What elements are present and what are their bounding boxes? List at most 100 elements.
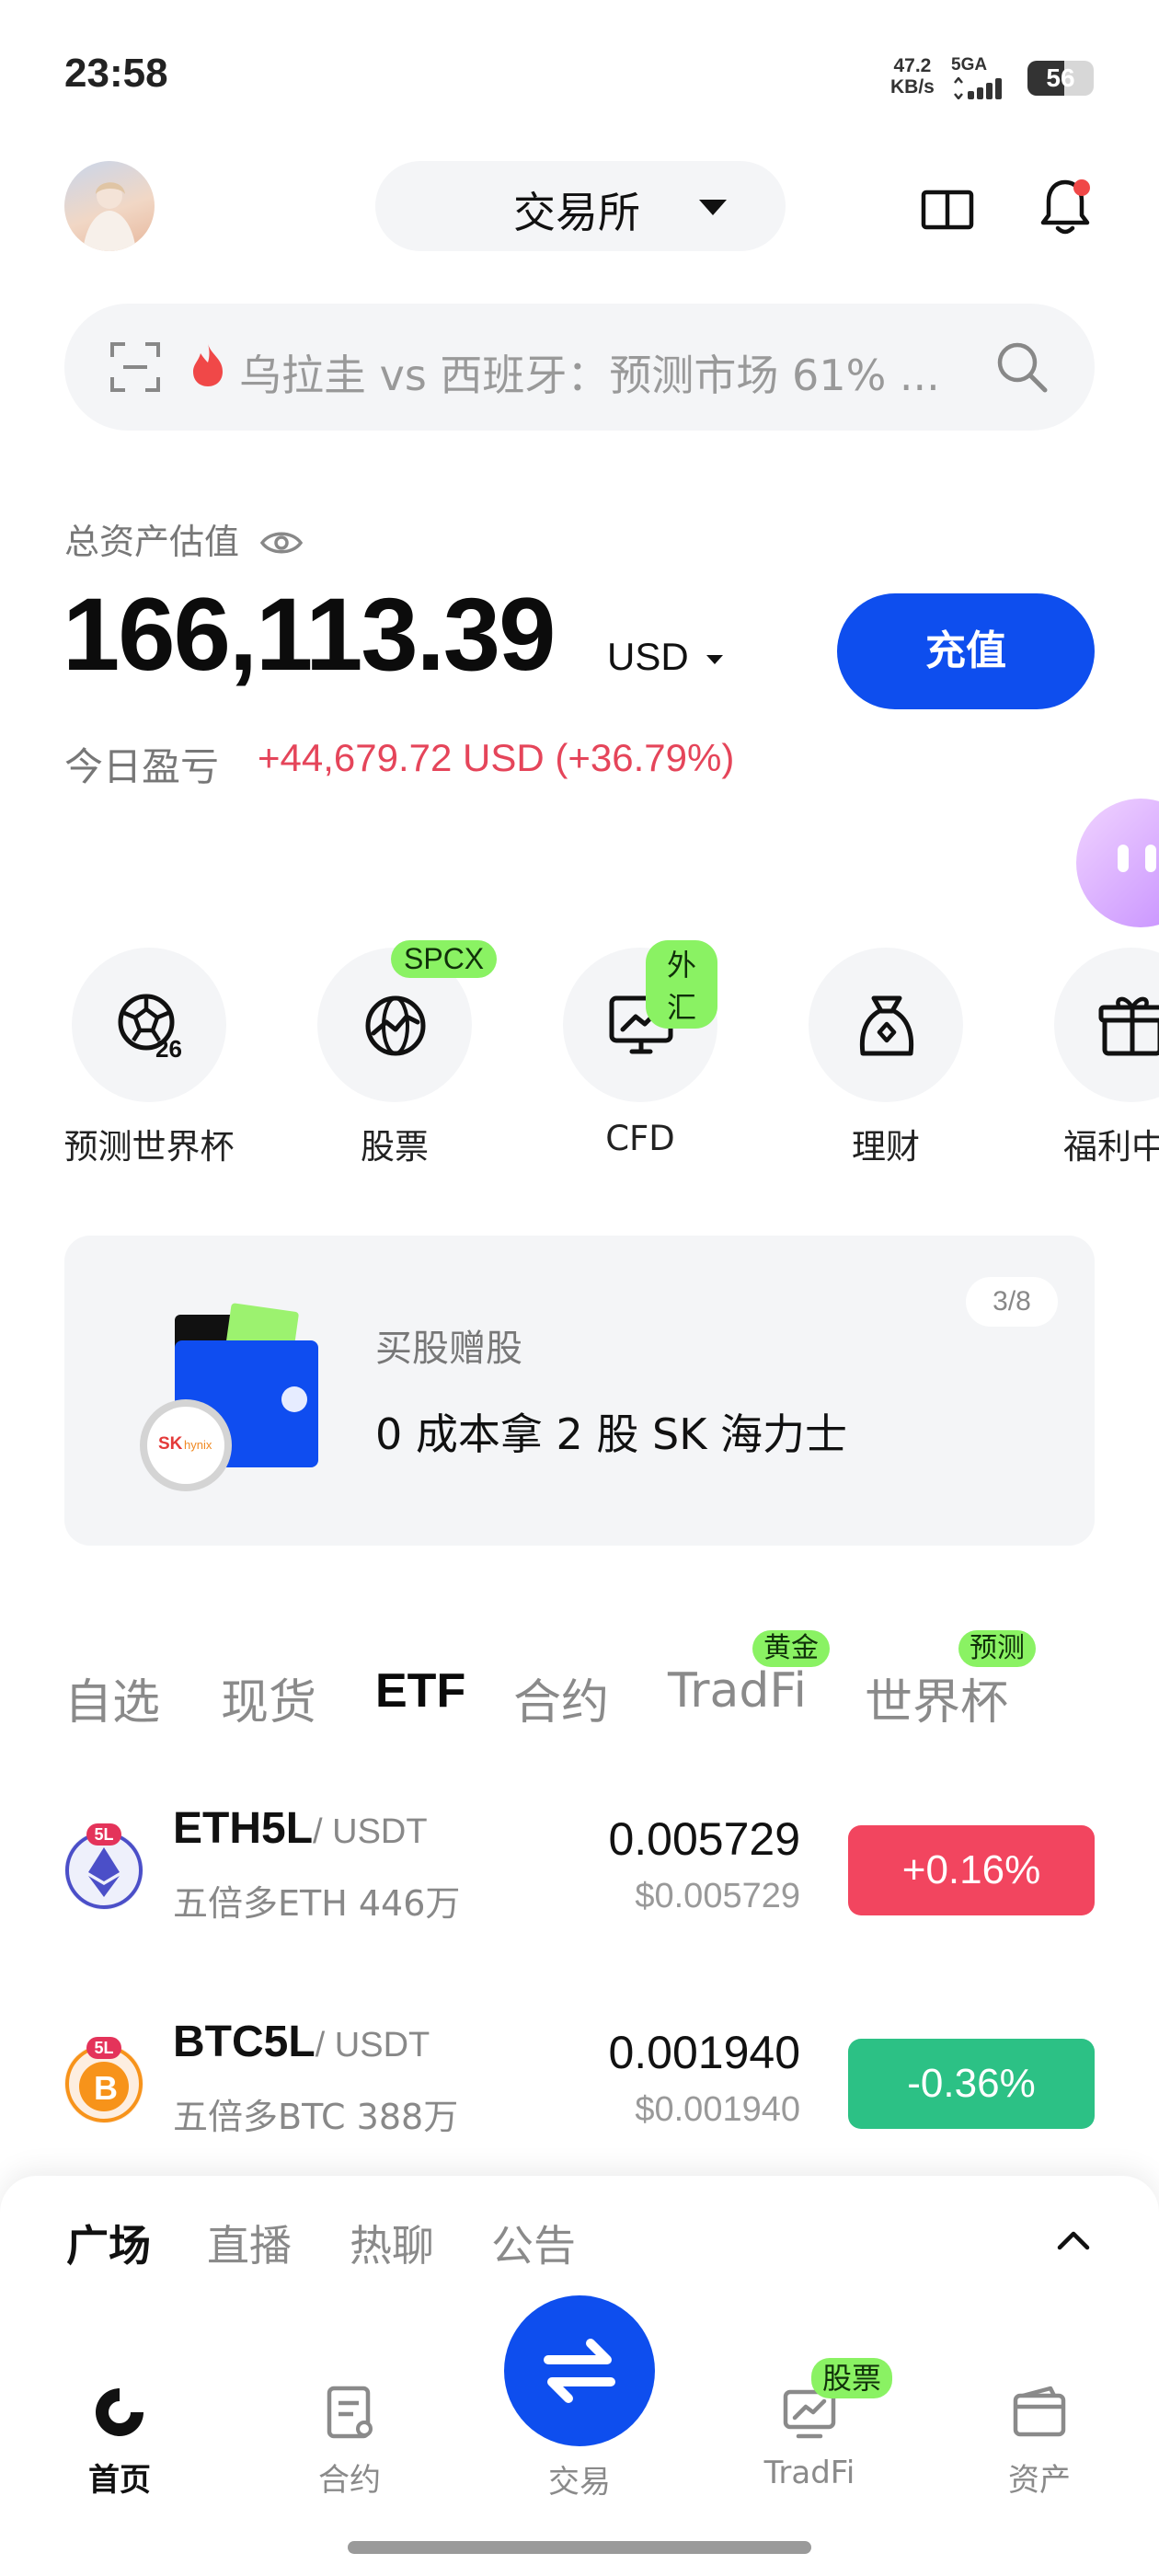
bell-icon (1040, 179, 1090, 235)
nav-home[interactable]: 首页 (46, 2383, 193, 2500)
battery-level: 56 (1046, 63, 1075, 92)
tab-tradfi[interactable]: TradFi (668, 1663, 807, 1719)
eye-icon[interactable] (259, 528, 304, 558)
search-bar[interactable]: 乌拉圭 vs 西班牙：预测市场 61% ... (64, 304, 1095, 431)
nav-assets[interactable]: 资产 (966, 2383, 1113, 2500)
tab-badge-predict: 预测 (958, 1630, 1036, 1667)
globe-chart-icon (365, 995, 426, 1056)
shortcut-label: 预测世界杯 (63, 1127, 235, 1167)
home-indicator[interactable] (348, 2541, 811, 2554)
pair-description: 五倍多BTC 388万 (173, 2097, 459, 2137)
shortcut-icon-bg: 外汇 (563, 940, 717, 1102)
scan-icon[interactable] (109, 340, 162, 394)
money-bag-icon (859, 995, 914, 1056)
tab-favorites[interactable]: 自选 (64, 1663, 160, 1732)
pair-symbol: BTC5L/ USDT (173, 2017, 430, 2067)
tab-futures[interactable]: 合约 (513, 1663, 609, 1732)
currency-selector[interactable]: USD (607, 635, 689, 679)
btc-coin-icon: B 5L (64, 2037, 143, 2123)
wallet-promo-illustration: SK hynix (140, 1303, 318, 1491)
assistant-bubble[interactable] (1076, 799, 1159, 927)
shortcut-label: 理财 (852, 1127, 920, 1167)
trade-button[interactable] (504, 2295, 655, 2446)
total-assets-value: 166,113.39 (63, 577, 556, 692)
tab-spot[interactable]: 现货 (221, 1663, 316, 1732)
market-row[interactable]: 5L ETH5L/ USDT 五倍多ETH 446万 0.005729 $0.0… (64, 1803, 1095, 1960)
panel-tab-announcements[interactable]: 公告 (491, 2213, 576, 2273)
quote-symbol: / USDT (313, 1812, 428, 1851)
shortcut-icon-bg (1054, 948, 1159, 1102)
fiat-price: $0.001940 (635, 2090, 800, 2129)
svg-text:SK: SK (158, 1434, 183, 1454)
tab-etf[interactable]: ETF (375, 1663, 465, 1719)
promo-page-indicator: 3/8 (966, 1277, 1058, 1327)
contract-icon (327, 2386, 373, 2439)
today-pnl-value: +44,679.72 USD (+36.79%) (258, 736, 735, 779)
nav-label: 资产 (1008, 2462, 1071, 2499)
shortcut-label: 福利中 (1063, 1127, 1159, 1167)
signal-label: 5GA (951, 55, 988, 75)
battery-indicator: 56 (1027, 61, 1094, 96)
tab-badge-gold: 黄金 (752, 1630, 830, 1667)
shortcut-world-cup[interactable]: 26 预测世界杯 (57, 948, 241, 1168)
change-badge[interactable]: +0.16% (848, 1825, 1095, 1915)
notification-button[interactable] (1038, 175, 1093, 237)
shortcut-cfd[interactable]: 外汇 CFD (548, 940, 732, 1158)
network-speed: 47.2 KB/s (890, 55, 935, 98)
chevron-up-icon[interactable] (1056, 2229, 1091, 2251)
nav-tradfi[interactable]: TradFi (736, 2383, 883, 2491)
shortcut-label: 股票 (361, 1127, 429, 1167)
signal-bars-icon (954, 77, 1002, 99)
total-assets-label-text: 总资产估值 (64, 522, 240, 562)
shortcut-earn[interactable]: 理财 (794, 948, 978, 1168)
pair-symbol: ETH5L/ USDT (173, 1803, 428, 1854)
search-icon[interactable] (993, 339, 1050, 396)
shortcut-icon-bg (809, 948, 963, 1102)
avatar[interactable] (64, 161, 155, 251)
shortcut-stocks[interactable]: SPCX 股票 (303, 940, 498, 1168)
shortcut-rewards[interactable]: 福利中 (1039, 948, 1159, 1168)
bottom-panel: 广场 直播 热聊 公告 首页 合约 交易 TradFi 股票 资产 (0, 2176, 1159, 2576)
svg-text:B: B (94, 2069, 118, 2107)
nav-label: TradFi (763, 2455, 855, 2491)
nav-trade-label-wrap: 交易 (506, 2456, 653, 2501)
panel-tab-square[interactable]: 广场 (66, 2213, 151, 2273)
shortcut-icon-bg: SPCX (317, 940, 498, 1102)
tab-world-cup[interactable]: 世界杯 (865, 1663, 1008, 1732)
deposit-button[interactable]: 充值 (837, 593, 1095, 709)
market-row[interactable]: B 5L BTC5L/ USDT 五倍多BTC 388万 0.001940 $0… (64, 2017, 1095, 2173)
fiat-price: $0.005729 (635, 1877, 800, 1915)
panel-tab-hot-chat[interactable]: 热聊 (350, 2213, 434, 2273)
swap-icon (544, 2339, 615, 2403)
caret-down-icon (699, 200, 727, 215)
gift-icon (1098, 996, 1159, 1056)
shortcut-label: CFD (605, 1119, 675, 1158)
pair-description: 五倍多ETH 446万 (173, 1883, 461, 1924)
base-symbol: ETH5L (173, 1804, 314, 1853)
today-pnl-label: 今日盈亏 (64, 744, 220, 789)
fire-icon (193, 344, 223, 386)
promo-subtitle: 买股赠股 (375, 1328, 522, 1370)
panel-tab-live[interactable]: 直播 (207, 2213, 292, 2273)
search-trending-text: 乌拉圭 vs 西班牙：预测市场 61% ... (239, 351, 940, 400)
nav-contract[interactable]: 合约 (276, 2383, 423, 2500)
split-view-icon[interactable] (920, 187, 975, 233)
last-price: 0.001940 (608, 2027, 800, 2078)
leverage-badge: 5L (86, 2037, 121, 2059)
base-symbol: BTC5L (173, 2018, 316, 2066)
home-icon (96, 2388, 143, 2436)
caret-down-icon[interactable] (706, 655, 723, 664)
soccer-ball-26-icon: 26 (118, 994, 182, 1061)
promo-banner[interactable]: SK hynix 买股赠股 0 成本拿 2 股 SK 海力士 3/8 (64, 1236, 1095, 1546)
nav-label: 交易 (548, 2464, 611, 2501)
change-badge[interactable]: -0.36% (848, 2039, 1095, 2129)
cellular-signal: 5GA (951, 55, 1010, 99)
exchange-switcher[interactable]: 交易所 (375, 161, 786, 251)
shortcut-badge: SPCX (391, 940, 498, 978)
shortcut-icon-bg: 26 (72, 948, 226, 1102)
svg-text:26: 26 (155, 1035, 182, 1061)
nav-label: 首页 (88, 2462, 151, 2499)
wallet-icon (1013, 2386, 1066, 2437)
avatar-image (83, 182, 136, 251)
network-speed-value: 47.2 (893, 55, 932, 76)
